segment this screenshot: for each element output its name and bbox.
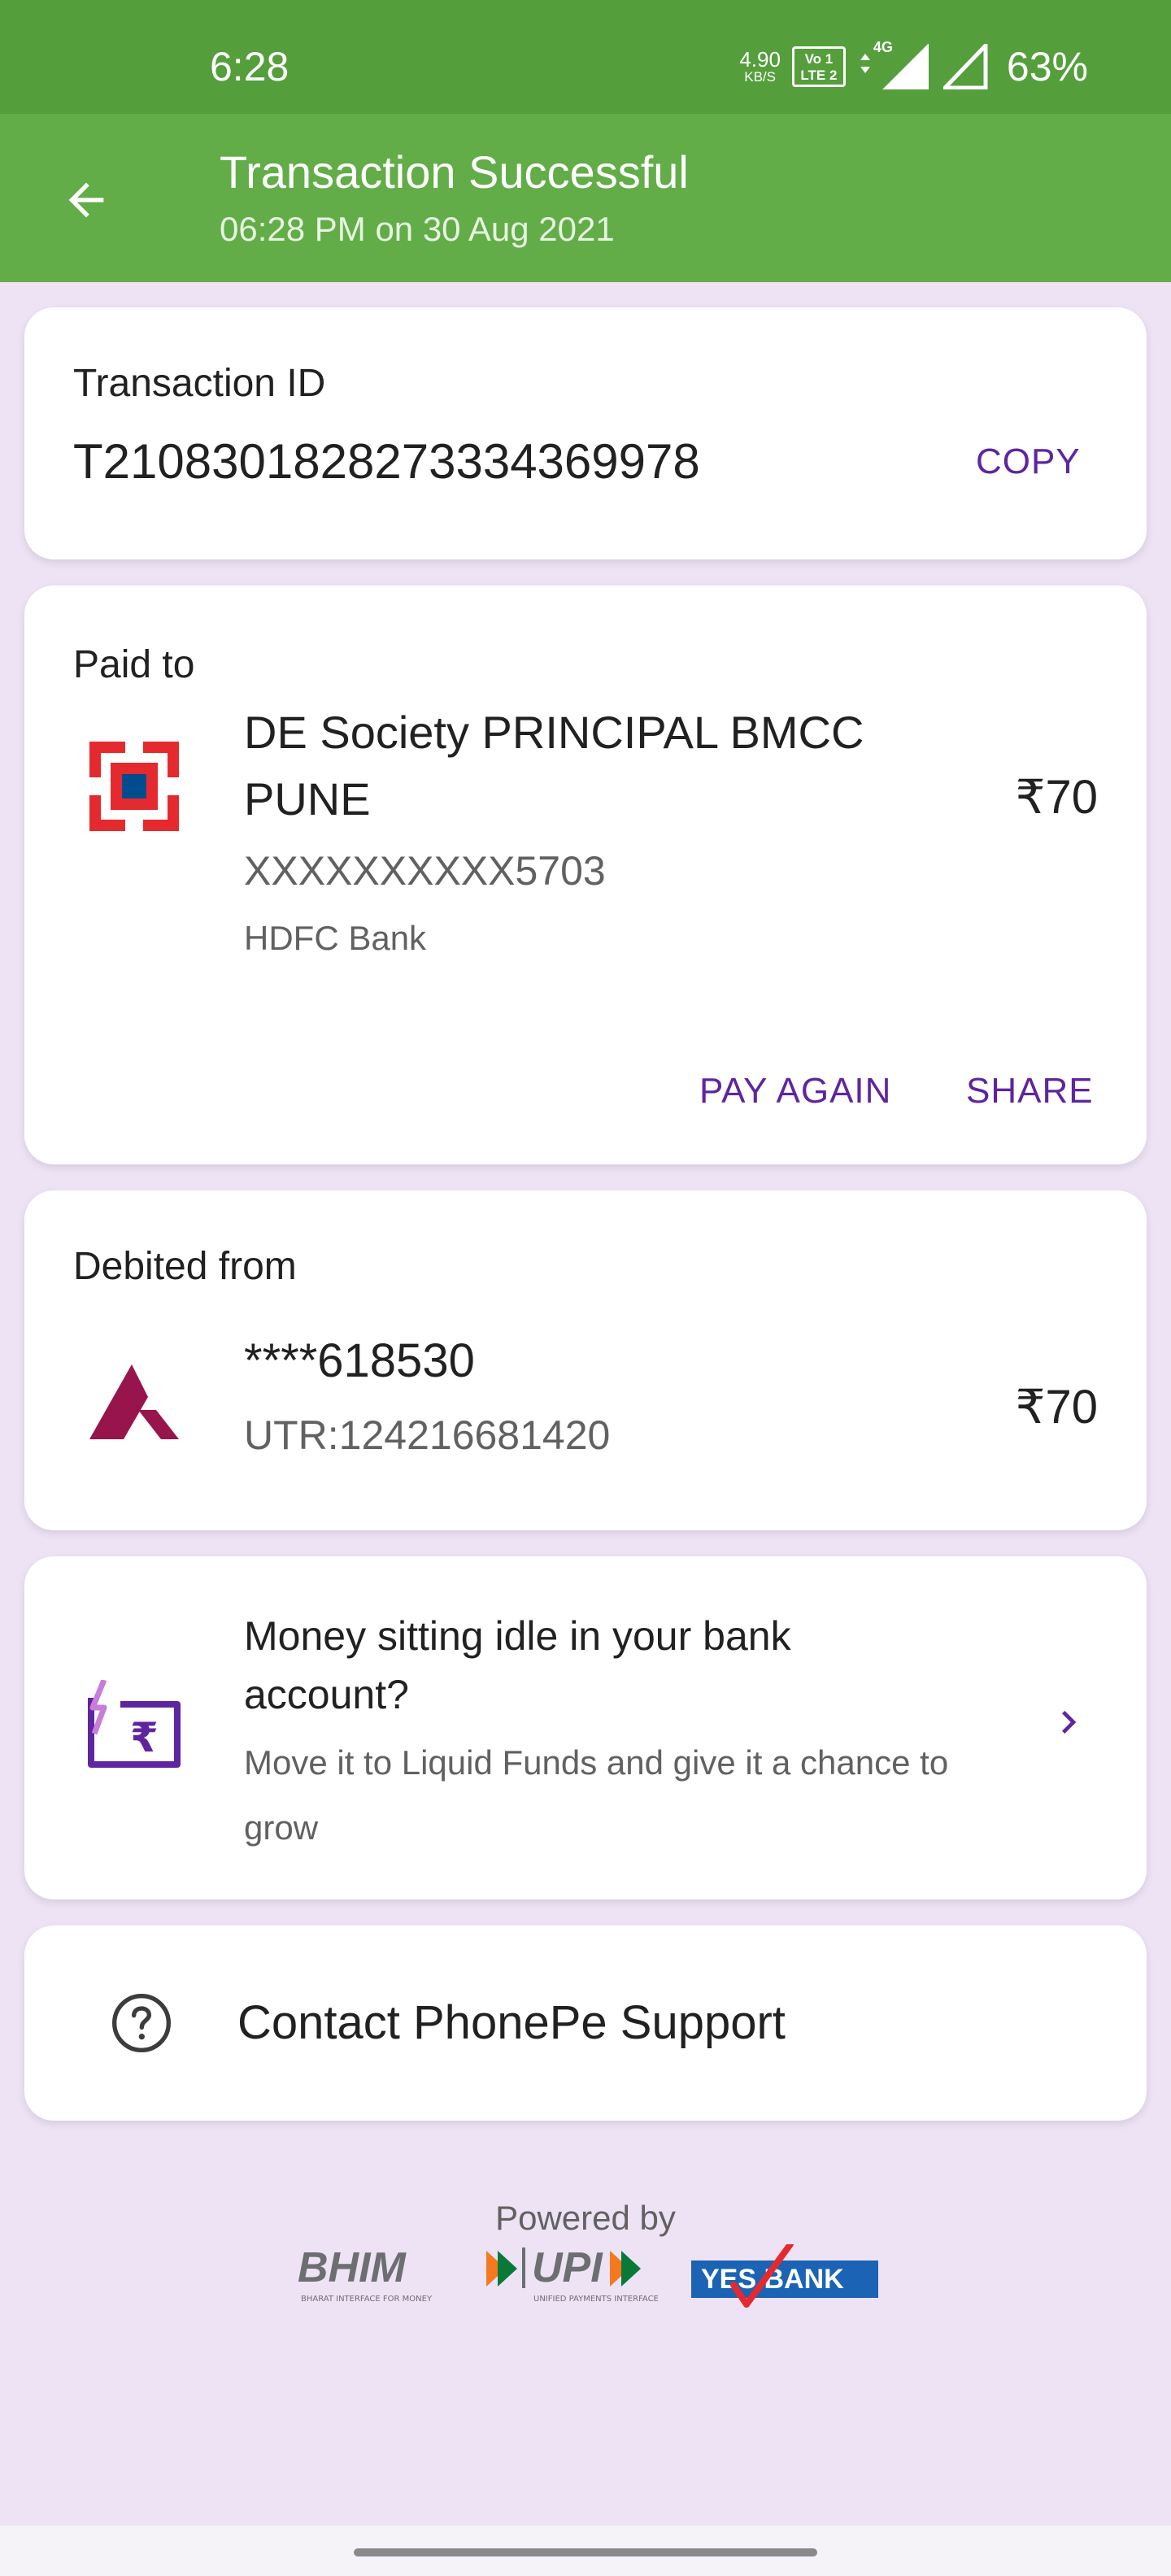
yes-bank-logo: YES BANK bbox=[691, 2241, 878, 2309]
bhim-text: BHIM bbox=[298, 2244, 407, 2291]
bhim-tagline: BHARAT INTERFACE FOR MONEY bbox=[301, 2295, 433, 2304]
transaction-id-card: Transaction ID T2108301828273334369978 C… bbox=[24, 307, 1147, 559]
status-time: 6:28 bbox=[210, 44, 289, 89]
debit-account: ****618530 bbox=[244, 1334, 475, 1387]
promo-body-line2: grow bbox=[244, 1808, 319, 1847]
volte-line1: Vo 1 bbox=[804, 51, 834, 67]
volte-line2: LTE 2 bbox=[800, 67, 838, 83]
debited-from-label: Debited from bbox=[73, 1245, 297, 1288]
hdfc-logo-icon bbox=[89, 742, 179, 831]
paid-to-card: Paid to DE Society PRINCIPAL BMCC PUNE X… bbox=[24, 585, 1147, 1164]
promo-body: Move it to Liquid Funds and give it a ch… bbox=[244, 1730, 948, 1860]
share-button[interactable]: SHARE bbox=[966, 1068, 1094, 1114]
axis-logo-icon bbox=[89, 1364, 179, 1446]
utr-number: UTR:124216681420 bbox=[244, 1412, 611, 1458]
transaction-id-value: T2108301828273334369978 bbox=[73, 434, 700, 489]
signal-4g-icon: 4G bbox=[857, 39, 932, 89]
net-speed: 4.90 KB/S bbox=[739, 49, 781, 85]
paid-amount: ₹70 bbox=[1015, 771, 1098, 824]
signal-icon bbox=[940, 40, 989, 90]
question-circle-icon bbox=[109, 1991, 174, 2056]
back-button[interactable] bbox=[46, 159, 127, 241]
liquid-funds-promo-card[interactable]: ₹ Money sitting idle in your bank accoun… bbox=[24, 1556, 1147, 1899]
bhim-upi-logo: BHIM BHARAT INTERFACE FOR MONEY UPI UNIF… bbox=[298, 2244, 672, 2306]
battery-level: 63% bbox=[1006, 44, 1088, 89]
pay-again-button[interactable]: PAY AGAIN bbox=[699, 1068, 891, 1114]
payee-name: DE Society PRINCIPAL BMCC PUNE bbox=[244, 699, 864, 833]
chevron-right-icon bbox=[1046, 1699, 1091, 1745]
copy-button[interactable]: COPY bbox=[976, 439, 1081, 485]
payee-name-line1: DE Society PRINCIPAL BMCC bbox=[244, 707, 864, 758]
navigation-bar bbox=[0, 2526, 1171, 2576]
payee-account: XXXXXXXXXX5703 bbox=[244, 848, 606, 894]
debited-amount: ₹70 bbox=[1015, 1381, 1098, 1434]
page-title: Transaction Successful bbox=[220, 146, 689, 198]
contact-support-card[interactable]: Contact PhonePe Support bbox=[24, 1925, 1147, 2121]
status-bar: 6:28 4.90 KB/S Vo 1 LTE 2 4G 63% bbox=[0, 0, 1171, 114]
svg-text:₹: ₹ bbox=[130, 1714, 159, 1761]
debited-from-card: Debited from ****618530 UTR:124216681420… bbox=[24, 1190, 1147, 1530]
net-speed-value: 4.90 bbox=[739, 47, 781, 72]
status-icons: 4.90 KB/S Vo 1 LTE 2 4G 63% bbox=[739, 39, 1088, 93]
net-speed-unit: KB/S bbox=[744, 69, 776, 85]
payee-name-line2: PUNE bbox=[244, 773, 371, 825]
rupee-wallet-icon: ₹ bbox=[83, 1678, 184, 1769]
transaction-id-label: Transaction ID bbox=[73, 362, 326, 405]
home-indicator[interactable] bbox=[354, 2548, 817, 2556]
upi-text: UPI bbox=[532, 2244, 603, 2291]
promo-title: Money sitting idle in your bank account? bbox=[244, 1607, 791, 1724]
transaction-datetime: 06:28 PM on 30 Aug 2021 bbox=[220, 210, 615, 248]
arrow-left-icon bbox=[68, 182, 104, 218]
payee-bank: HDFC Bank bbox=[244, 919, 427, 957]
promo-title-line2: account? bbox=[244, 1672, 409, 1717]
contact-support-label: Contact PhonePe Support bbox=[237, 1996, 786, 2049]
powered-by-label: Powered by bbox=[495, 2199, 676, 2237]
paid-to-label: Paid to bbox=[73, 643, 195, 686]
promo-title-line1: Money sitting idle in your bank bbox=[244, 1613, 791, 1659]
app-bar: Transaction Successful 06:28 PM on 30 Au… bbox=[0, 114, 1171, 282]
promo-body-line1: Move it to Liquid Funds and give it a ch… bbox=[244, 1743, 949, 1782]
upi-tagline: UNIFIED PAYMENTS INTERFACE bbox=[533, 2295, 659, 2304]
volte-icon: Vo 1 LTE 2 bbox=[791, 46, 846, 87]
